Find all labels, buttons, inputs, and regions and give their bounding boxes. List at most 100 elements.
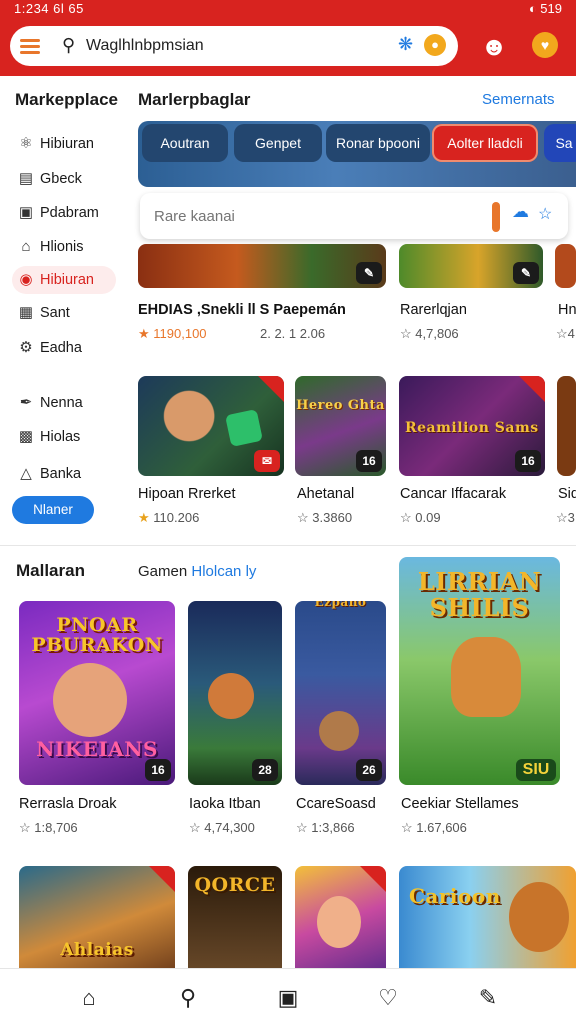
game-tile[interactable]: PNOAR PBURAKON NIKEIANS 16 (19, 601, 175, 785)
tile-badge: ✎ (513, 262, 539, 284)
tile-badge: SIU (516, 759, 556, 781)
sidebar-item-7[interactable]: ⚙ Eadha (12, 334, 116, 362)
status-time: 1:234 6l 65 (14, 1, 84, 16)
sidebar-item-9[interactable]: ▩ Hiolas (12, 423, 116, 451)
game-tile[interactable] (555, 244, 576, 288)
game-title[interactable]: Hipoan Rrerket (138, 486, 236, 502)
tile-badge: ✉ (254, 450, 280, 472)
lock-icon: ▩ (18, 428, 34, 445)
game-title[interactable]: Cancar Iffacarak (400, 486, 506, 502)
game-rating: ☆ 1:8,706 (19, 820, 78, 835)
sidebar-item-3[interactable]: ▣ Pdabram (12, 199, 116, 227)
game-tile[interactable]: ✎ (399, 244, 543, 288)
search-icon: ⚲ (62, 35, 76, 55)
game-tile[interactable]: ✉ (138, 376, 284, 476)
tile-badge: 28 (252, 759, 278, 781)
slider-handle[interactable] (492, 202, 500, 232)
star-icon[interactable]: ☆ (538, 204, 552, 224)
heart-icon[interactable]: ♡ (374, 985, 402, 1013)
sidebar-title: Markepplace (15, 90, 118, 109)
game-tile[interactable] (557, 376, 576, 476)
sidebar-item-4[interactable]: ⌂ Hlionis (12, 233, 116, 261)
sidebar-pill-button[interactable]: Nlaner (12, 496, 94, 524)
tile-art-text: Reamilion Sams (405, 420, 539, 436)
game-rating: 2. 2. 1 2.06 (260, 326, 326, 341)
page-title: Marlerpbaglar (138, 90, 251, 109)
sidebar-item-1[interactable]: ⚛ Hibiuran (12, 130, 116, 158)
filter-input[interactable] (154, 205, 454, 227)
sidebar-item-10[interactable]: △ Banka (12, 460, 116, 488)
game-title[interactable]: Rarerlqjan (400, 302, 467, 318)
search-input[interactable] (86, 33, 376, 59)
game-title[interactable]: Rerrasla Droak (19, 796, 117, 812)
card-icon: ▤ (18, 170, 34, 187)
home-icon[interactable]: ⌂ (75, 985, 103, 1013)
bag-icon: ◉ (19, 271, 33, 288)
tile-art-text: Hlerapia Ezpano (314, 601, 367, 609)
game-tile[interactable]: 28 (188, 601, 282, 785)
game-title[interactable]: EHDIAS ,Snekli ll S Paepemán (138, 302, 346, 318)
game-rating: ☆ 4,74,300 (189, 820, 255, 835)
status-right: ◐ 519 (528, 1, 562, 16)
tile-art-face (317, 896, 361, 948)
tile-art-fox (451, 637, 521, 717)
game-title[interactable]: Ceekiar Stellames (401, 796, 519, 812)
game-tile[interactable]: QORCE (188, 866, 282, 976)
chip-1[interactable]: Aoutran (142, 124, 228, 162)
bank-icon: △ (20, 465, 32, 482)
game-tile[interactable]: Carioon (399, 866, 576, 976)
tile-art-creature (208, 673, 254, 719)
game-tile[interactable] (295, 866, 386, 976)
game-tile[interactable]: LIRRIAN SHILIS SIU (399, 557, 560, 785)
sidebar-item-6[interactable]: ▦ Sant (12, 299, 116, 327)
sparkle-icon[interactable]: ❋ (398, 34, 413, 55)
search-bar[interactable]: ⚲ ❋ ● (10, 26, 458, 66)
category-banner: Aoutran Genpet Ronar bpooni Aolter lladc… (138, 121, 576, 187)
sidebar-item-2[interactable]: ▤ Gbeck (12, 165, 116, 193)
game-tile[interactable]: Reamilion Sams 16 (399, 376, 545, 476)
sidebar-item-8[interactable]: ✒ Nenna (12, 389, 116, 417)
user-icon[interactable]: ☻ (478, 30, 510, 62)
notification-icon[interactable]: ♥ (532, 32, 558, 58)
sidebar-item-5[interactable]: ◉ Hibiuran (12, 266, 116, 294)
game-title[interactable]: Hn (558, 302, 576, 318)
see-more-link[interactable]: Semernats (482, 91, 555, 108)
tile-art-text: NIKEIANS (36, 737, 158, 761)
chat-icon[interactable]: ☁ (512, 202, 529, 222)
chip-4[interactable]: Aolter lladcli (432, 124, 538, 162)
chip-5[interactable]: Sa (544, 124, 576, 162)
game-title[interactable]: Iaoka Itban (189, 796, 261, 812)
game-rating: ★ 110.206 (138, 510, 200, 525)
bottom-navigation: ⌂ ⚲ ▣ ♡ ✎ (0, 968, 576, 1024)
tile-art-face (53, 663, 127, 737)
game-title[interactable]: CcareSoasd (296, 796, 376, 812)
tile-art-creature (319, 711, 359, 751)
edit-icon[interactable]: ✎ (474, 985, 502, 1013)
tile-art-text: LIRRIAN SHILIS (417, 567, 542, 622)
game-tile[interactable]: ✎ (138, 244, 386, 288)
chip-2[interactable]: Genpet (234, 124, 322, 162)
game-tile[interactable]: Ahlaias (19, 866, 175, 976)
bulb-icon[interactable]: ● (424, 34, 446, 56)
home-icon: ⌂ (21, 238, 31, 255)
chip-3[interactable]: Ronar bpooni (326, 124, 430, 162)
game-tile[interactable]: Hlerapia Ezpano 26 (295, 601, 386, 785)
tile-art-bear (509, 882, 569, 952)
camera-icon: ▣ (18, 204, 34, 221)
game-title[interactable]: Ahetanal (297, 486, 354, 502)
pen-icon: ✒ (19, 394, 33, 411)
game-rating: ★ 1190,100 (138, 326, 207, 341)
search-icon[interactable]: ⚲ (174, 985, 202, 1013)
tile-badge: ✎ (356, 262, 382, 284)
game-title[interactable]: Sid (558, 486, 576, 502)
game-rating: ☆ 3.3860 (297, 510, 353, 525)
tile-badge: 16 (145, 759, 171, 781)
status-bar: 1:234 6l 65 ◐ 519 (0, 0, 576, 18)
section-divider (0, 545, 576, 546)
wallet-icon[interactable]: ▣ (274, 985, 302, 1013)
tile-art-text: PNOAR PBURAKON (31, 614, 163, 656)
menu-icon[interactable] (20, 39, 40, 54)
game-tile[interactable]: Hereo Ghta 16 (295, 376, 386, 476)
section-link[interactable]: Hlolcan ly (191, 563, 256, 580)
game-rating: ☆3 (556, 510, 575, 525)
